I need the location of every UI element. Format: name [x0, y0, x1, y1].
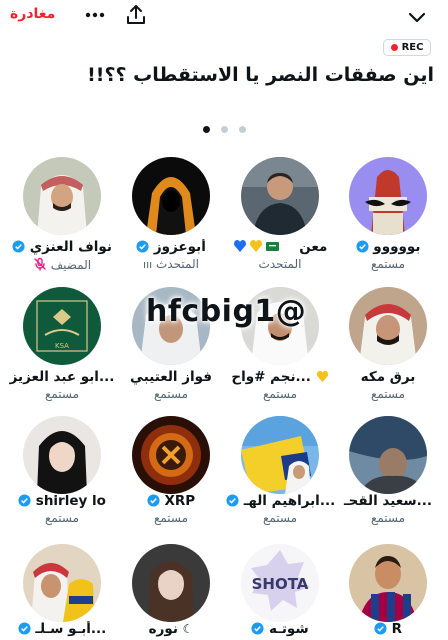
top-bar: مغادرة — [0, 0, 448, 34]
participant-name: شوتـه — [226, 621, 334, 637]
speaking-indicator-icon: ııı — [143, 258, 153, 271]
verified-badge-icon — [147, 494, 160, 507]
participant-name: بووووو — [334, 239, 442, 255]
recording-label: REC — [401, 42, 424, 53]
participant-name-text: شوتـه — [269, 621, 309, 637]
page-dot[interactable] — [202, 126, 210, 133]
participant-name-text: أبوعزوز — [153, 239, 206, 255]
participant-name-text: بووووو — [373, 239, 421, 255]
participant-name-text: معن — [299, 239, 328, 255]
participant-name: معن — [226, 239, 334, 255]
verified-badge-icon — [226, 494, 239, 507]
participant-avatar[interactable] — [241, 416, 319, 494]
page-dot[interactable] — [220, 126, 228, 133]
leave-button[interactable]: مغادرة — [10, 6, 55, 22]
participant-name: فواز العتيبي — [130, 369, 212, 385]
participant-role: مستمع — [153, 387, 189, 401]
emoji-flags-hearts-icon — [233, 240, 279, 252]
participant-role: مستمع — [44, 387, 80, 401]
share-icon[interactable] — [124, 3, 148, 27]
participant-name: shirley lo — [8, 493, 116, 509]
participant-name: سعيد القحـ... — [343, 493, 433, 509]
page-dot[interactable] — [238, 126, 246, 133]
participant-name: نواف العنزي — [8, 239, 116, 255]
page-indicator[interactable] — [0, 126, 448, 133]
participant-name: نجم #واح... — [226, 369, 334, 385]
participant-name: XRP — [117, 493, 225, 509]
mic-muted-icon — [34, 257, 46, 271]
participant-name: برق مكه — [360, 369, 416, 385]
participant-role-text: المضيف — [50, 258, 92, 272]
verified-badge-icon — [136, 240, 149, 253]
participant-role: مستمع — [370, 257, 406, 271]
moon-icon: ☾ — [182, 622, 194, 636]
participant-avatar[interactable]: KSA — [23, 287, 101, 365]
space-title: اين صفقات النصر يا الاستقطاب ؟؟!! — [87, 64, 434, 86]
verified-badge-icon — [18, 622, 31, 635]
participant-role: مستمع — [370, 387, 406, 401]
participant-name-text: نوره — [148, 621, 178, 637]
participant-name: ابراهيم الهـ... — [226, 493, 334, 509]
participant-avatar[interactable] — [349, 157, 427, 235]
participant-name-text: نواف العنزي — [29, 239, 112, 255]
participant-name-text: نجم #واح... — [231, 369, 311, 385]
yellow-heart-icon — [316, 370, 328, 383]
ksa-logo-text: KSA — [55, 342, 69, 350]
participant-name: أبـو سـلـ... — [8, 621, 116, 637]
participant-avatar[interactable]: SHOTA — [241, 544, 319, 622]
participant-avatar[interactable] — [132, 157, 210, 235]
participant-name: ابو عبد العزيز... — [9, 369, 115, 385]
participant-name: أبوعزوز — [117, 239, 225, 255]
participant-name-text: XRP — [164, 493, 196, 509]
record-dot-icon — [390, 44, 398, 51]
participant-role: ııı المتحدث — [117, 257, 225, 271]
participant-avatar[interactable] — [23, 416, 101, 494]
participant-name-text: shirley lo — [35, 493, 106, 509]
participant-role: مستمع — [153, 511, 189, 525]
participant-role: المتحدث — [258, 257, 302, 271]
verified-badge-icon — [251, 622, 264, 635]
participant-avatar[interactable] — [349, 544, 427, 622]
verified-badge-icon — [12, 240, 25, 253]
participant-avatar[interactable] — [132, 416, 210, 494]
recording-badge: REC — [383, 39, 431, 56]
participant-name: نوره ☾ — [117, 621, 225, 637]
participant-role: المضيف — [8, 257, 116, 272]
verified-badge-icon — [374, 622, 387, 635]
participant-avatar[interactable] — [23, 157, 101, 235]
participant-role-text: المتحدث — [156, 257, 199, 271]
participant-role: مستمع — [262, 387, 298, 401]
participant-avatar[interactable] — [349, 287, 427, 365]
participant-role: مستمع — [44, 511, 80, 525]
verified-badge-icon — [18, 494, 31, 507]
participant-role: مستمع — [370, 511, 406, 525]
chevron-down-icon[interactable] — [404, 4, 430, 30]
more-options-icon[interactable] — [82, 2, 108, 28]
participant-avatar[interactable] — [23, 544, 101, 622]
participant-avatar[interactable] — [241, 157, 319, 235]
participant-role: مستمع — [262, 511, 298, 525]
participant-avatar[interactable] — [349, 416, 427, 494]
participant-name-text: ابراهيم الهـ... — [243, 493, 334, 509]
shota-logo-text: SHOTA — [252, 575, 309, 593]
participant-name-text: R — [391, 621, 403, 637]
participant-name: R — [334, 621, 442, 637]
verified-badge-icon — [356, 240, 369, 253]
participant-avatar[interactable] — [132, 544, 210, 622]
watermark-text: hfcbig1@ — [146, 294, 307, 329]
participant-name-text: أبـو سـلـ... — [35, 621, 107, 637]
